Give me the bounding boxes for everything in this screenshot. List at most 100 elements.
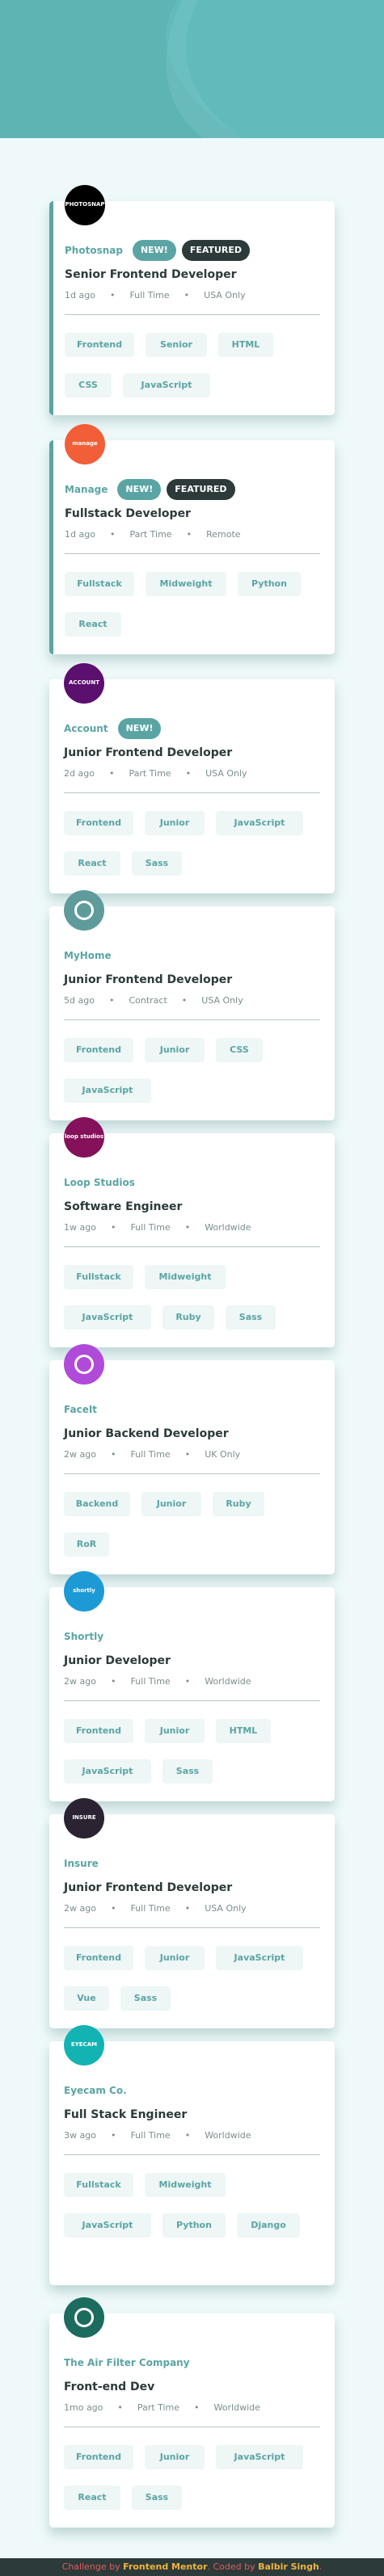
filter-tag-frontend[interactable]: Frontend <box>64 2445 133 2469</box>
filter-tag-frontend[interactable]: Frontend <box>64 1946 133 1970</box>
filter-tag-vue[interactable]: Vue <box>64 1986 109 2011</box>
filter-tag-javascript[interactable]: JavaScript <box>216 811 303 835</box>
job-location: Remote <box>206 529 241 540</box>
job-title[interactable]: Junior Frontend Developer <box>64 973 232 986</box>
filter-tag-backend[interactable]: Backend <box>64 1492 130 1516</box>
meta-dot: • <box>110 1676 116 1687</box>
filter-tag-fullstack[interactable]: Fullstack <box>65 572 134 596</box>
filter-tag-sass[interactable]: Sass <box>120 1986 171 2011</box>
company-row: Eyecam Co. <box>64 2079 137 2102</box>
filter-tag-midweight[interactable]: Midweight <box>145 1265 226 1289</box>
filter-tag-frontend[interactable]: Frontend <box>64 1719 133 1743</box>
job-title[interactable]: Software Engineer <box>64 1200 182 1213</box>
filter-tag-javascript[interactable]: JavaScript <box>123 373 210 397</box>
filter-tag-react[interactable]: React <box>65 612 121 637</box>
company-name[interactable]: Loop Studios <box>64 1177 135 1188</box>
filter-tag-fullstack[interactable]: Fullstack <box>64 2173 133 2197</box>
job-title[interactable]: Senior Frontend Developer <box>65 268 237 281</box>
filter-tag-javascript[interactable]: JavaScript <box>64 2213 151 2238</box>
posted-at: 3w ago <box>64 2130 96 2141</box>
job-title[interactable]: Junior Developer <box>64 1654 171 1667</box>
job-title[interactable]: Junior Frontend Developer <box>64 1881 232 1894</box>
job-meta: 2w ago • Full Time • USA Only <box>64 1903 247 1914</box>
filter-tag-frontend[interactable]: Frontend <box>65 333 134 357</box>
filter-tag-frontend[interactable]: Frontend <box>64 811 133 835</box>
job-meta: 2d ago • Part Time • USA Only <box>64 768 247 779</box>
attribution-footer: Challenge by Frontend Mentor. Coded by B… <box>0 2558 384 2576</box>
filter-tag-python[interactable]: Python <box>238 572 301 596</box>
company-name[interactable]: Account <box>64 723 108 734</box>
filter-tag-sass[interactable]: Sass <box>162 1759 213 1784</box>
meta-dot: • <box>185 768 192 779</box>
filter-tag-css[interactable]: CSS <box>65 373 112 397</box>
job-card: PHOTOSNAP Photosnap NEW! FEATURED Senior Fro… <box>49 185 335 415</box>
job-location: Worldwide <box>205 1676 251 1687</box>
filter-tag-html[interactable]: HTML <box>218 333 273 357</box>
card-divider <box>65 553 320 554</box>
filter-tag-python[interactable]: Python <box>162 2213 226 2238</box>
job-title[interactable]: Fullstack Developer <box>65 507 191 520</box>
meta-dot: • <box>194 2402 200 2413</box>
filter-tag-javascript[interactable]: JavaScript <box>64 1078 151 1103</box>
company-name[interactable]: FaceIt <box>64 1404 97 1415</box>
posted-at: 1mo ago <box>64 2402 103 2413</box>
new-badge: NEW! <box>117 479 162 500</box>
filter-tag-senior[interactable]: Senior <box>146 333 207 357</box>
company-name[interactable]: Shortly <box>64 1631 103 1642</box>
filter-tag-midweight[interactable]: Midweight <box>145 2173 226 2197</box>
featured-badge: FEATURED <box>167 479 235 500</box>
filter-tag-junior[interactable]: Junior <box>141 1492 201 1516</box>
filter-tag-html[interactable]: HTML <box>216 1719 271 1743</box>
filter-tag-ruby[interactable]: Ruby <box>213 1492 264 1516</box>
company-name[interactable]: Photosnap <box>65 245 123 256</box>
filter-tag-sass[interactable]: Sass <box>132 2486 182 2510</box>
filter-tag-junior[interactable]: Junior <box>145 1719 205 1743</box>
job-location: USA Only <box>205 1903 247 1914</box>
company-row: Photosnap NEW! FEATURED <box>65 239 255 262</box>
author-link[interactable]: Balbir Singh <box>258 2561 319 2572</box>
filter-tag-javascript[interactable]: JavaScript <box>64 1759 151 1784</box>
company-name[interactable]: Eyecam Co. <box>64 2085 127 2096</box>
filter-tag-junior[interactable]: Junior <box>145 2445 205 2469</box>
filter-tag-midweight[interactable]: Midweight <box>146 572 226 596</box>
filter-tag-fullstack[interactable]: Fullstack <box>64 1265 133 1289</box>
filter-tag-css[interactable]: CSS <box>216 1038 263 1062</box>
job-title[interactable]: Junior Frontend Developer <box>64 746 232 759</box>
filter-tag-ror[interactable]: RoR <box>64 1532 109 1557</box>
contract-type: Full Time <box>130 1676 171 1687</box>
job-title[interactable]: Junior Backend Developer <box>64 1427 229 1440</box>
filter-tag-react[interactable]: React <box>64 2486 120 2510</box>
job-title[interactable]: Full Stack Engineer <box>64 2108 187 2121</box>
frontend-mentor-link[interactable]: Frontend Mentor <box>123 2561 207 2572</box>
filter-tag-sass[interactable]: Sass <box>226 1305 276 1330</box>
company-row: FaceIt <box>64 1398 107 1421</box>
company-logo-text: shortly <box>73 1587 95 1595</box>
filter-tag-django[interactable]: Django <box>237 2213 300 2238</box>
filter-tag-react[interactable]: React <box>64 851 120 876</box>
filter-tag-javascript[interactable]: JavaScript <box>216 1946 303 1970</box>
header-wave-pattern <box>0 0 243 138</box>
filter-tag-sass[interactable]: Sass <box>132 851 182 876</box>
job-location: USA Only <box>201 995 243 1006</box>
filter-tag-javascript[interactable]: JavaScript <box>216 2445 303 2469</box>
company-name[interactable]: MyHome <box>64 950 112 961</box>
company-name[interactable]: The Air Filter Company <box>64 2357 190 2368</box>
company-name[interactable]: Manage <box>65 484 108 495</box>
filter-tag-junior[interactable]: Junior <box>145 811 205 835</box>
filter-tag-junior[interactable]: Junior <box>145 1038 205 1062</box>
contract-type: Contract <box>129 995 167 1006</box>
job-location: Worldwide <box>205 1222 251 1233</box>
job-title[interactable]: Front-end Dev <box>64 2381 154 2393</box>
company-row: Insure <box>64 1852 108 1875</box>
filter-tag-javascript[interactable]: JavaScript <box>64 1305 151 1330</box>
filter-tag-frontend[interactable]: Frontend <box>64 1038 133 1062</box>
company-name[interactable]: Insure <box>64 1858 99 1869</box>
company-logo-text: loop studios <box>64 1133 104 1141</box>
meta-dot: • <box>184 2130 191 2141</box>
contract-type: Full Time <box>129 290 170 300</box>
job-meta: 2w ago • Full Time • UK Only <box>64 1449 240 1460</box>
company-logo: manage <box>65 424 105 464</box>
company-logo <box>64 2297 104 2338</box>
filter-tag-ruby[interactable]: Ruby <box>162 1305 214 1330</box>
filter-tag-junior[interactable]: Junior <box>145 1946 205 1970</box>
